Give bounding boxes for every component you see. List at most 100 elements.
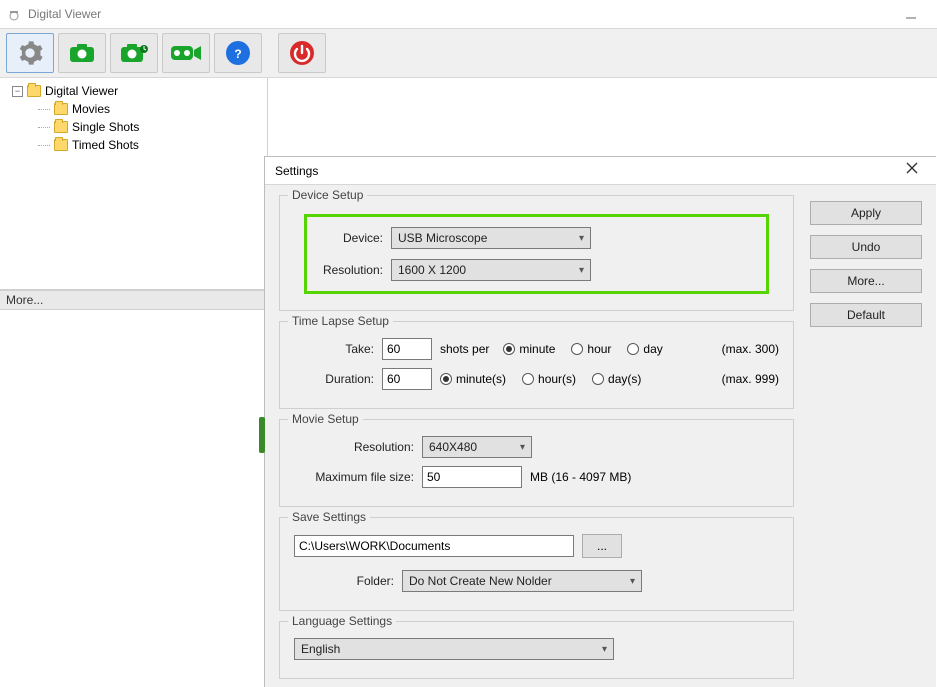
undo-button[interactable]: Undo [810, 235, 922, 259]
folder-tree[interactable]: − Digital Viewer Movies Single Shots [0, 78, 267, 290]
tree-root[interactable]: − Digital Viewer [4, 82, 263, 100]
language-settings-group: Language Settings English ▾ [279, 621, 794, 679]
button-label: Undo [852, 240, 881, 254]
tree-item-label: Timed Shots [72, 138, 139, 152]
more-label: More... [6, 293, 43, 307]
folder-mode-select[interactable]: Do Not Create New Nolder ▾ [402, 570, 642, 592]
chevron-down-icon: ▾ [579, 265, 584, 276]
group-legend: Language Settings [288, 614, 396, 628]
splitter-handle[interactable] [259, 417, 265, 453]
radio-label: day [643, 342, 662, 356]
more-strip[interactable]: More... [0, 290, 267, 310]
max-size-label: Maximum file size: [294, 470, 414, 484]
device-value: USB Microscope [398, 231, 487, 245]
duration-unit-hours-radio[interactable]: hour(s) [522, 372, 576, 386]
movie-setup-group: Movie Setup Resolution: 640X480 ▾ Maximu… [279, 419, 794, 507]
radio-label: minute [519, 342, 555, 356]
help-button[interactable]: ? [214, 33, 262, 73]
take-unit-minute-radio[interactable]: minute [503, 342, 555, 356]
more-button[interactable]: More... [810, 269, 922, 293]
chevron-down-icon: ▾ [520, 442, 525, 453]
max-size-hint: MB (16 - 4097 MB) [530, 470, 631, 484]
settings-dialog: Settings Device Setup Device: USB Micros… [264, 156, 936, 687]
button-label: More... [847, 274, 884, 288]
default-button[interactable]: Default [810, 303, 922, 327]
movie-resolution-select[interactable]: 640X480 ▾ [422, 436, 532, 458]
titlebar: Digital Viewer [0, 0, 937, 28]
tree-item-single-shots[interactable]: Single Shots [4, 118, 263, 136]
radio-label: hour [587, 342, 611, 356]
take-input[interactable] [382, 338, 432, 360]
browse-button[interactable]: ... [582, 534, 622, 558]
folder-icon [54, 139, 68, 151]
duration-unit-minutes-radio[interactable]: minute(s) [440, 372, 506, 386]
folder-icon [54, 103, 68, 115]
toolbar: ? [0, 28, 937, 78]
camera-icon [68, 42, 96, 64]
duration-label: Duration: [294, 372, 374, 386]
duration-unit-days-radio[interactable]: day(s) [592, 372, 641, 386]
chevron-down-icon: ▾ [602, 644, 607, 655]
radio-label: minute(s) [456, 372, 506, 386]
movie-resolution-label: Resolution: [294, 440, 414, 454]
app-icon [6, 6, 22, 22]
tree-item-label: Movies [72, 102, 110, 116]
radio-label: hour(s) [538, 372, 576, 386]
group-legend: Time Lapse Setup [288, 314, 393, 328]
language-select[interactable]: English ▾ [294, 638, 614, 660]
device-setup-group: Device Setup Device: USB Microscope ▾ Re… [279, 195, 794, 311]
svg-text:?: ? [234, 47, 241, 61]
close-icon [905, 161, 919, 175]
folder-mode-value: Do Not Create New Nolder [409, 574, 552, 588]
take-unit-hour-radio[interactable]: hour [571, 342, 611, 356]
device-select[interactable]: USB Microscope ▾ [391, 227, 591, 249]
minimize-button[interactable] [891, 2, 931, 26]
preview-pane [0, 310, 267, 687]
power-icon [289, 40, 315, 66]
app-title: Digital Viewer [28, 7, 101, 21]
group-legend: Movie Setup [288, 412, 363, 426]
movie-resolution-value: 640X480 [429, 440, 477, 454]
resolution-label: Resolution: [315, 263, 383, 277]
button-label: Apply [851, 206, 881, 220]
group-legend: Device Setup [288, 188, 367, 202]
chevron-down-icon: ▾ [579, 233, 584, 244]
save-settings-group: Save Settings ... Folder: Do Not Create … [279, 517, 794, 611]
exit-button[interactable] [278, 33, 326, 73]
dialog-titlebar: Settings [265, 157, 936, 185]
gear-icon [16, 39, 44, 67]
folder-icon [54, 121, 68, 133]
device-resolution-value: 1600 X 1200 [398, 263, 466, 277]
device-highlight: Device: USB Microscope ▾ Resolution: 160… [304, 214, 769, 294]
settings-button[interactable] [6, 33, 54, 73]
snapshot-button[interactable] [58, 33, 106, 73]
tree-item-movies[interactable]: Movies [4, 100, 263, 118]
tree-item-timed-shots[interactable]: Timed Shots [4, 136, 263, 154]
folder-label: Folder: [294, 574, 394, 588]
take-unit-day-radio[interactable]: day [627, 342, 662, 356]
apply-button[interactable]: Apply [810, 201, 922, 225]
video-tape-icon [170, 43, 202, 63]
browse-label: ... [597, 539, 607, 553]
help-icon: ? [225, 40, 251, 66]
max-size-input[interactable] [422, 466, 522, 488]
radio-label: day(s) [608, 372, 641, 386]
duration-input[interactable] [382, 368, 432, 390]
tree-item-label: Single Shots [72, 120, 139, 134]
button-label: Default [847, 308, 885, 322]
take-max-hint: (max. 300) [722, 342, 779, 356]
shots-per-label: shots per [440, 342, 489, 356]
close-button[interactable] [898, 161, 926, 180]
time-lapse-group: Time Lapse Setup Take: shots per minute … [279, 321, 794, 409]
collapse-icon[interactable]: − [12, 86, 23, 97]
save-path-input[interactable] [294, 535, 574, 557]
device-resolution-select[interactable]: 1600 X 1200 ▾ [391, 259, 591, 281]
device-label: Device: [315, 231, 383, 245]
folder-icon [27, 85, 41, 97]
duration-max-hint: (max. 999) [722, 372, 779, 386]
take-label: Take: [294, 342, 374, 356]
record-button[interactable] [162, 33, 210, 73]
language-value: English [301, 642, 340, 656]
dialog-title: Settings [275, 164, 318, 178]
timed-snapshot-button[interactable] [110, 33, 158, 73]
